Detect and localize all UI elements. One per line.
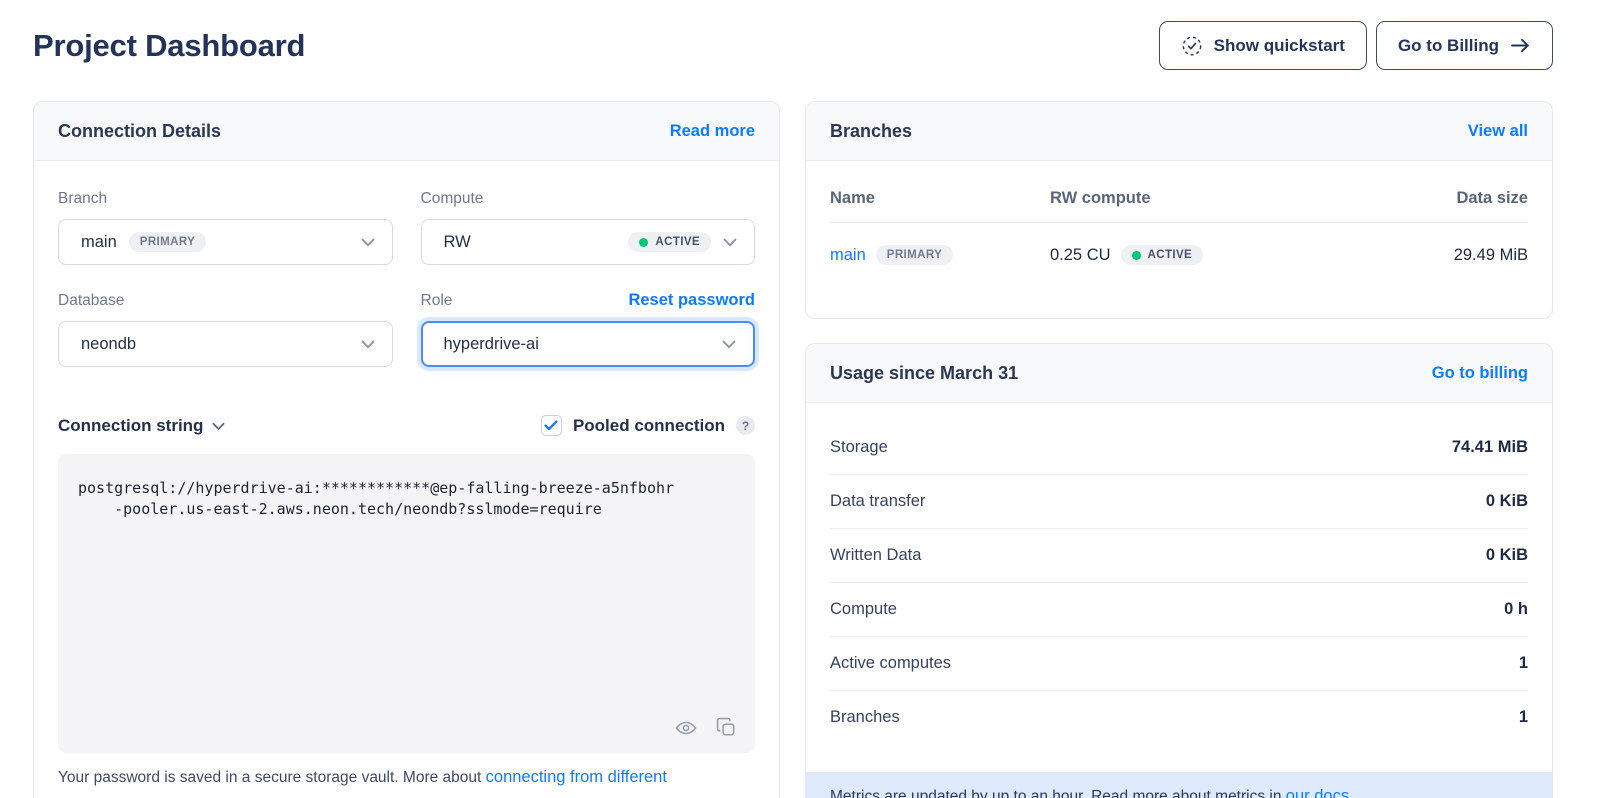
left-column: Connection Details Read more Branch main…: [33, 101, 780, 798]
role-value: hyperdrive-ai: [444, 335, 539, 354]
view-all-link[interactable]: View all: [1468, 122, 1528, 141]
usage-metric-value: 74.41 MiB: [1452, 438, 1528, 457]
right-column: Branches View all Name RW compute Data s…: [805, 101, 1553, 798]
password-vault-note: Your password is saved in a secure stora…: [58, 768, 755, 787]
compute-label: Compute: [421, 190, 484, 208]
chevron-down-icon: [361, 335, 375, 354]
primary-badge: PRIMARY: [876, 245, 953, 265]
role-field: Role Reset password hyperdrive-ai: [421, 291, 756, 367]
connection-details-card: Connection Details Read more Branch main…: [33, 101, 780, 798]
compute-field: Compute RW ACTIVE: [421, 189, 756, 265]
branches-title: Branches: [830, 121, 912, 142]
usage-metric-row: Branches 1: [830, 691, 1528, 744]
metrics-info-banner: Metrics are updated by up to an hour. Re…: [806, 772, 1552, 798]
branches-table: Name RW compute Data size main PRIMARY 0…: [806, 161, 1552, 287]
branches-table-header: Name RW compute Data size: [830, 161, 1528, 223]
connection-details-header: Connection Details Read more: [34, 102, 779, 161]
branch-select[interactable]: main PRIMARY: [58, 219, 393, 265]
go-to-billing-link[interactable]: Go to billing: [1432, 364, 1528, 383]
connection-details-title: Connection Details: [58, 121, 221, 142]
project-dashboard-page: Project Dashboard Show quickstart Go to …: [0, 21, 1600, 798]
role-select[interactable]: hyperdrive-ai: [421, 321, 756, 367]
usage-metric-row: Active computes 1: [830, 637, 1528, 691]
metrics-docs-link[interactable]: our docs: [1286, 787, 1349, 798]
pooled-connection-checkbox[interactable]: [541, 415, 562, 436]
role-label: Role: [421, 292, 453, 310]
branches-card: Branches View all Name RW compute Data s…: [805, 101, 1553, 319]
branch-label: Branch: [58, 190, 107, 208]
quickstart-check-icon: [1181, 35, 1203, 57]
usage-metric-row: Data transfer 0 KiB: [830, 475, 1528, 529]
branch-main-link[interactable]: main: [830, 246, 866, 265]
connection-string-row: Connection string Pooled connection ?: [58, 415, 755, 436]
database-label: Database: [58, 292, 124, 310]
usage-metric-row: Compute 0 h: [830, 583, 1528, 637]
chevron-down-icon: [212, 416, 225, 436]
branch-compute-value: 0.25 CU: [1050, 246, 1111, 265]
compute-value: RW: [444, 233, 471, 252]
pooled-connection-control: Pooled connection ?: [541, 415, 755, 436]
usage-metric-value: 1: [1519, 654, 1528, 673]
connection-form-grid: Branch main PRIMARY Compute RW: [58, 189, 755, 367]
database-value: neondb: [81, 335, 136, 354]
usage-metric-row: Storage 74.41 MiB: [830, 421, 1528, 475]
reveal-password-eye-icon[interactable]: [674, 716, 698, 740]
compute-status-badge: ACTIVE: [628, 232, 711, 252]
help-icon[interactable]: ?: [736, 416, 755, 435]
connection-string-label: Connection string: [58, 416, 203, 436]
show-quickstart-label: Show quickstart: [1214, 36, 1345, 56]
chevron-down-icon: [723, 233, 737, 252]
active-status-dot: [639, 238, 648, 247]
usage-metric-label: Active computes: [830, 654, 951, 673]
usage-metric-value: 0 h: [1504, 600, 1528, 619]
usage-metric-label: Compute: [830, 600, 897, 619]
usage-metrics-list: Storage 74.41 MiB Data transfer 0 KiB Wr…: [806, 403, 1552, 744]
branch-data-size: 29.49 MiB: [1454, 246, 1528, 265]
branch-value: main: [81, 233, 117, 252]
chevron-down-icon: [722, 335, 736, 354]
reset-password-link[interactable]: Reset password: [628, 291, 755, 310]
connection-string-line2: -pooler.us-east-2.aws.neon.tech/neondb?s…: [78, 500, 602, 518]
column-name: Name: [830, 189, 1050, 208]
usage-metric-row: Written Data 0 KiB: [830, 529, 1528, 583]
go-to-billing-button[interactable]: Go to Billing: [1376, 21, 1553, 70]
connecting-from-different-link[interactable]: connecting from different: [486, 768, 667, 786]
dashboard-content: Connection Details Read more Branch main…: [33, 101, 1553, 798]
connection-string-line1: postgresql://hyperdrive-ai:************@…: [78, 479, 674, 497]
copy-icon[interactable]: [715, 716, 738, 740]
show-quickstart-button[interactable]: Show quickstart: [1159, 21, 1367, 70]
usage-header: Usage since March 31 Go to billing: [806, 344, 1552, 403]
connection-string-code-block: postgresql://hyperdrive-ai:************@…: [58, 454, 755, 753]
arrow-right-icon: [1510, 37, 1531, 54]
header-actions: Show quickstart Go to Billing: [1159, 21, 1553, 70]
compute-select[interactable]: RW ACTIVE: [421, 219, 756, 265]
page-header: Project Dashboard Show quickstart Go to …: [33, 21, 1553, 70]
usage-card: Usage since March 31 Go to billing Stora…: [805, 343, 1553, 798]
read-more-link[interactable]: Read more: [670, 122, 755, 141]
database-field: Database neondb: [58, 291, 393, 367]
page-title: Project Dashboard: [33, 28, 305, 64]
go-to-billing-label: Go to Billing: [1398, 36, 1499, 56]
column-data-size: Data size: [1456, 189, 1528, 208]
connection-string-toggle[interactable]: Connection string: [58, 416, 225, 436]
usage-metric-value: 0 KiB: [1486, 546, 1528, 565]
usage-metric-value: 1: [1519, 708, 1528, 727]
usage-metric-value: 0 KiB: [1486, 492, 1528, 511]
usage-metric-label: Data transfer: [830, 492, 925, 511]
usage-title: Usage since March 31: [830, 363, 1018, 384]
usage-metric-label: Branches: [830, 708, 900, 727]
branch-field: Branch main PRIMARY: [58, 189, 393, 265]
primary-badge: PRIMARY: [129, 232, 206, 252]
usage-metric-label: Storage: [830, 438, 888, 457]
active-status-dot: [1132, 251, 1141, 260]
pooled-connection-label: Pooled connection: [573, 416, 725, 436]
usage-metric-label: Written Data: [830, 546, 921, 565]
branch-status-badge: ACTIVE: [1121, 245, 1204, 265]
branches-header: Branches View all: [806, 102, 1552, 161]
database-select[interactable]: neondb: [58, 321, 393, 367]
connection-details-body: Branch main PRIMARY Compute RW: [34, 161, 779, 787]
chevron-down-icon: [361, 233, 375, 252]
branch-table-row: main PRIMARY 0.25 CU ACTIVE 29.49 MiB: [830, 223, 1528, 287]
column-rw-compute: RW compute: [1050, 189, 1456, 208]
